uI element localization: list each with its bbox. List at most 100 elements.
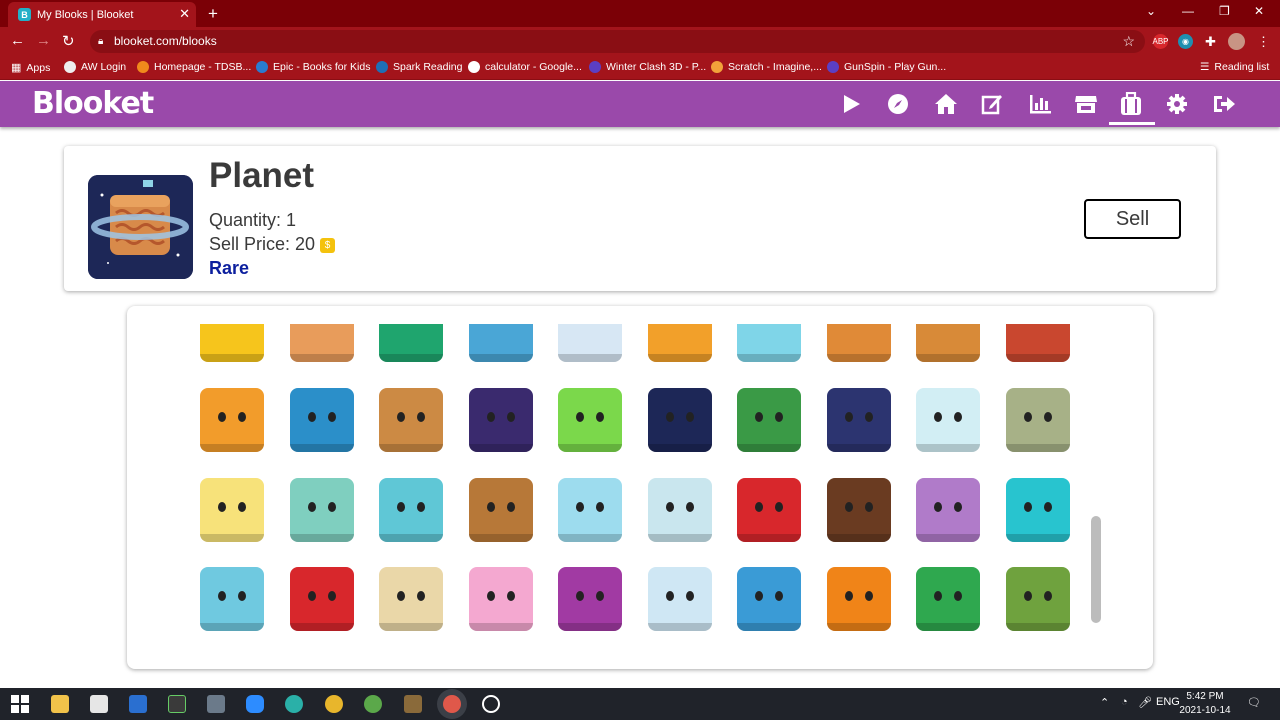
sushi-blook[interactable] bbox=[379, 324, 443, 362]
calculator-icon[interactable] bbox=[207, 695, 225, 713]
microphone-icon[interactable]: 🎤︎ bbox=[1138, 696, 1152, 709]
ufo-blook[interactable] bbox=[737, 388, 801, 452]
home-icon[interactable] bbox=[933, 91, 959, 117]
narwhal-blook[interactable] bbox=[648, 567, 712, 631]
bookmark-scratch[interactable]: Scratch - Imagine,... bbox=[711, 61, 822, 73]
wifi-icon[interactable]: ◔ bbox=[1121, 696, 1128, 708]
taskbar-clock[interactable]: 5:42 PM 2021-10-14 bbox=[1178, 690, 1232, 718]
strawberry-milk-blook[interactable] bbox=[469, 324, 533, 362]
grid-scrollbar[interactable] bbox=[1091, 516, 1101, 623]
earth-blook[interactable] bbox=[290, 388, 354, 452]
close-window-icon[interactable]: ✕ bbox=[1254, 4, 1264, 18]
edge-icon[interactable] bbox=[285, 695, 303, 713]
new-tab-icon[interactable]: + bbox=[208, 4, 218, 24]
store-icon[interactable] bbox=[90, 695, 108, 713]
red-bot-blook[interactable] bbox=[737, 478, 801, 542]
swamp-monster-blook[interactable] bbox=[916, 567, 980, 631]
jellyfish-blook[interactable] bbox=[916, 478, 980, 542]
bookmark-winter-clash[interactable]: Winter Clash 3D - P... bbox=[589, 61, 706, 73]
extension-icon[interactable]: ◉ bbox=[1178, 34, 1193, 49]
brain-bot-blook[interactable] bbox=[648, 478, 712, 542]
bookmark-tdsb[interactable]: Homepage - TDSB... bbox=[137, 61, 251, 73]
adblock-extension-icon[interactable]: ABP bbox=[1153, 34, 1169, 49]
tray-chevron-icon[interactable]: ⌃ bbox=[1100, 696, 1109, 709]
shark-blook[interactable] bbox=[737, 567, 801, 631]
play-icon[interactable] bbox=[838, 91, 864, 117]
boot-blook[interactable] bbox=[827, 478, 891, 542]
waffle-blook[interactable] bbox=[827, 324, 891, 362]
zoom-icon[interactable] bbox=[246, 695, 264, 713]
stars-blook[interactable] bbox=[469, 388, 533, 452]
cow-blook[interactable] bbox=[737, 324, 801, 362]
alarm-bot-blook[interactable] bbox=[1006, 388, 1070, 452]
settings-icon[interactable] bbox=[1164, 91, 1190, 117]
nox-icon[interactable] bbox=[168, 695, 186, 713]
pufferfish-blook[interactable] bbox=[379, 567, 443, 631]
astronaut-blook[interactable] bbox=[916, 388, 980, 452]
orange-juice-blook[interactable] bbox=[648, 324, 712, 362]
sell-button[interactable]: Sell bbox=[1084, 199, 1181, 239]
maximize-icon[interactable]: ❐ bbox=[1219, 4, 1230, 18]
app-icon[interactable] bbox=[129, 695, 147, 713]
minimize-icon[interactable]: — bbox=[1182, 4, 1194, 18]
edit-icon[interactable] bbox=[979, 91, 1005, 117]
forward-icon[interactable]: → bbox=[36, 32, 51, 49]
chrome-icon[interactable] bbox=[325, 695, 343, 713]
chrome-active-icon[interactable] bbox=[443, 695, 461, 713]
bookmark-star-icon[interactable]: ☆ bbox=[1122, 30, 1135, 53]
crab-blook[interactable] bbox=[290, 567, 354, 631]
bookmark-calculator[interactable]: calculator - Google... bbox=[468, 61, 582, 73]
blook-face bbox=[845, 502, 873, 512]
notifications-icon[interactable]: 🗨︎ bbox=[1247, 696, 1261, 709]
minecraft-icon[interactable] bbox=[404, 695, 422, 713]
reading-list[interactable]: ☰ Reading list bbox=[1200, 61, 1269, 73]
tab-search-icon[interactable]: ⌄ bbox=[1146, 4, 1156, 18]
file-explorer-icon[interactable] bbox=[51, 695, 69, 713]
compass-icon[interactable] bbox=[885, 91, 911, 117]
language-indicator[interactable]: ENG bbox=[1156, 696, 1180, 708]
back-icon[interactable]: ← bbox=[10, 32, 25, 49]
lovely-bot-blook[interactable] bbox=[200, 478, 264, 542]
rocket-blook[interactable] bbox=[827, 388, 891, 452]
bookmark-spark-reading[interactable]: Spark Reading bbox=[376, 61, 462, 73]
computer-bot-blook[interactable] bbox=[379, 478, 443, 542]
close-tab-icon[interactable]: ✕ bbox=[179, 6, 190, 22]
breakfast-plate-blook[interactable] bbox=[558, 324, 622, 362]
mega-bot-blook[interactable] bbox=[558, 478, 622, 542]
bookmark-epic[interactable]: Epic - Books for Kids bbox=[256, 61, 370, 73]
menu-kebab-icon[interactable]: ⋮ bbox=[1256, 34, 1271, 49]
profile-avatar[interactable] bbox=[1228, 33, 1245, 50]
angry-bot-blook[interactable] bbox=[290, 478, 354, 542]
wooden-bot-blook[interactable] bbox=[469, 478, 533, 542]
windows-start-icon[interactable] bbox=[11, 695, 29, 713]
bookmark-gunspin[interactable]: GunSpin - Play Gun... bbox=[827, 61, 946, 73]
octopus-blook[interactable] bbox=[558, 567, 622, 631]
toast-blook[interactable] bbox=[290, 324, 354, 362]
bookmark-apps[interactable]: ▦ Apps bbox=[11, 61, 50, 75]
blook-face bbox=[397, 591, 425, 601]
bookmark-aw-login[interactable]: AW Login bbox=[64, 61, 126, 73]
address-bar[interactable]: 🔒︎ blooket.com/blooks ☆ bbox=[90, 30, 1145, 53]
frog-blook[interactable] bbox=[200, 567, 264, 631]
pie-blook[interactable] bbox=[1006, 324, 1070, 362]
mars-blook[interactable] bbox=[379, 388, 443, 452]
frankenstein-blook[interactable] bbox=[1006, 567, 1070, 631]
blooket-logo[interactable]: Blooket bbox=[32, 86, 154, 121]
planet-blook[interactable] bbox=[648, 388, 712, 452]
pumpkin-blook[interactable] bbox=[827, 567, 891, 631]
alien-blook[interactable] bbox=[558, 388, 622, 452]
clownfish-blook[interactable] bbox=[1006, 478, 1070, 542]
logout-icon[interactable] bbox=[1211, 91, 1237, 117]
blobfish-blook[interactable] bbox=[469, 567, 533, 631]
extensions-puzzle-icon[interactable]: ✚ bbox=[1203, 34, 1218, 49]
pizza-blook[interactable] bbox=[200, 388, 264, 452]
stats-icon[interactable] bbox=[1027, 91, 1053, 117]
pancakes-blook[interactable] bbox=[916, 324, 980, 362]
chrome-profile-icon[interactable] bbox=[364, 695, 382, 713]
reload-icon[interactable]: ↻ bbox=[62, 32, 75, 50]
browser-tab[interactable]: B My Blooks | Blooket ✕ bbox=[8, 2, 196, 27]
obs-icon[interactable] bbox=[482, 695, 500, 713]
blooks-icon[interactable] bbox=[1118, 91, 1144, 117]
market-icon[interactable] bbox=[1073, 91, 1099, 117]
sun-blook[interactable] bbox=[200, 324, 264, 362]
